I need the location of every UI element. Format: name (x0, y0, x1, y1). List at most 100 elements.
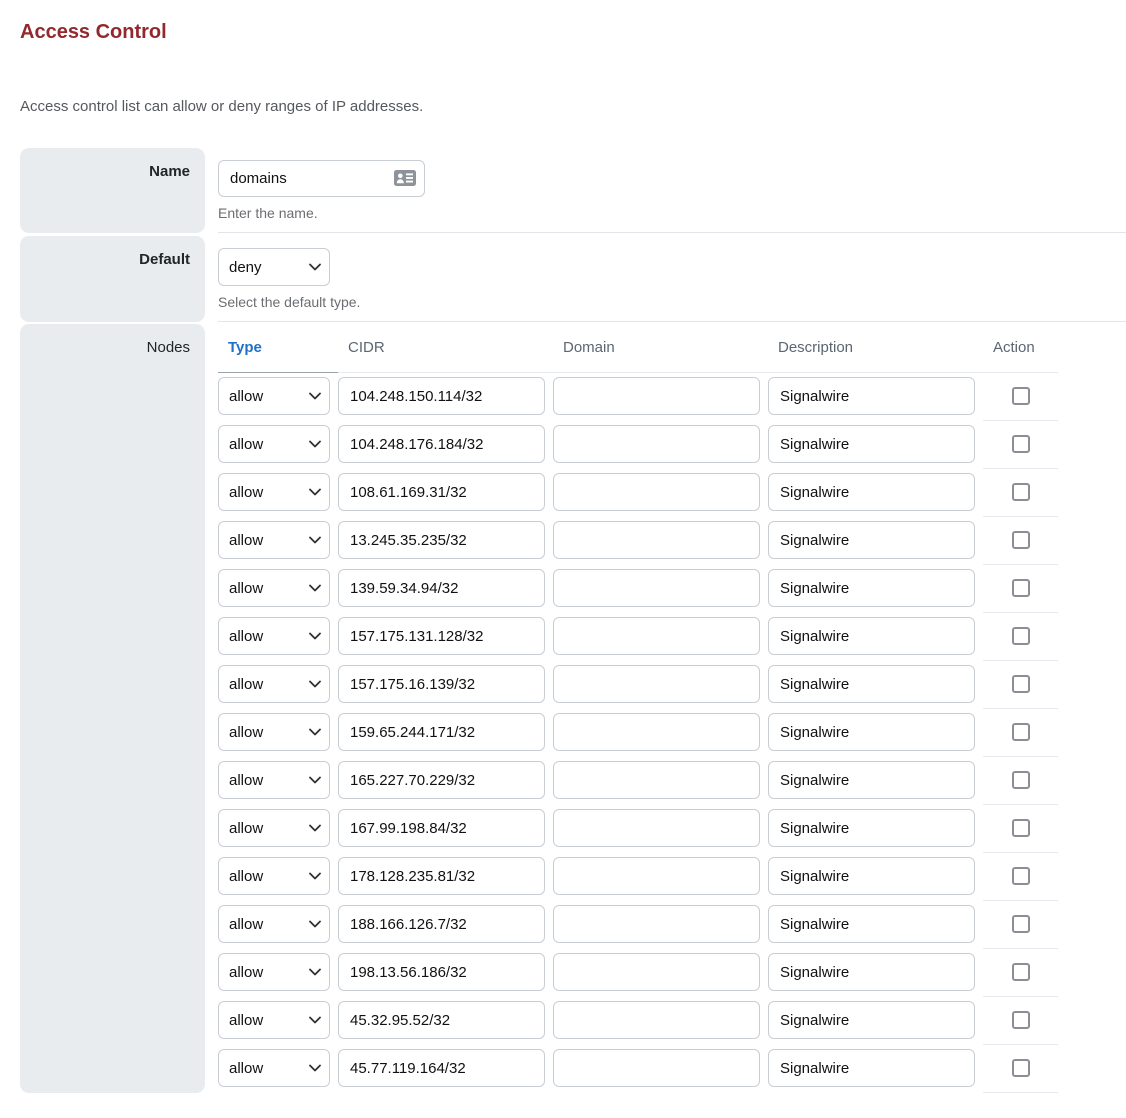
node-type-select[interactable]: allow (218, 473, 330, 511)
node-action-checkbox[interactable] (1012, 1011, 1030, 1029)
form-row-nodes: Nodes Type CIDR Domain Descrip (20, 324, 1126, 1093)
node-domain-cell (553, 996, 768, 1044)
node-cidr-input[interactable] (338, 665, 545, 703)
node-domain-input[interactable] (553, 617, 760, 655)
node-domain-cell (553, 612, 768, 660)
node-cidr-input[interactable] (338, 905, 545, 943)
node-action-checkbox[interactable] (1012, 387, 1030, 405)
node-domain-input[interactable] (553, 953, 760, 991)
node-domain-input[interactable] (553, 377, 760, 415)
node-action-checkbox[interactable] (1012, 483, 1030, 501)
node-domain-input[interactable] (553, 1001, 760, 1039)
node-action-checkbox[interactable] (1012, 627, 1030, 645)
node-type-select[interactable]: allow (218, 569, 330, 607)
node-domain-input[interactable] (553, 761, 760, 799)
type-sort-link[interactable]: Type (228, 339, 262, 356)
node-domain-input[interactable] (553, 665, 760, 703)
node-action-cell (983, 804, 1058, 852)
node-cidr-input[interactable] (338, 521, 545, 559)
node-description-input[interactable] (768, 761, 975, 799)
node-description-input[interactable] (768, 377, 975, 415)
node-action-cell (983, 372, 1058, 420)
node-action-checkbox[interactable] (1012, 819, 1030, 837)
node-description-cell (768, 372, 983, 420)
node-description-cell (768, 852, 983, 900)
node-description-input[interactable] (768, 857, 975, 895)
node-description-input[interactable] (768, 521, 975, 559)
node-action-cell (983, 756, 1058, 804)
node-description-input[interactable] (768, 1001, 975, 1039)
node-description-input[interactable] (768, 713, 975, 751)
node-domain-cell (553, 516, 768, 564)
access-control-page: Access Control Access control list can a… (0, 20, 1126, 1093)
node-domain-input[interactable] (553, 857, 760, 895)
node-type-select[interactable]: allow (218, 1001, 330, 1039)
node-action-checkbox[interactable] (1012, 723, 1030, 741)
node-cidr-cell (338, 804, 553, 852)
default-content: deny Select the default type. (218, 236, 1126, 322)
node-type-select[interactable]: allow (218, 905, 330, 943)
node-cidr-input[interactable] (338, 1001, 545, 1039)
node-domain-input[interactable] (553, 521, 760, 559)
node-type-cell: allow (218, 804, 338, 852)
node-domain-input[interactable] (553, 1049, 760, 1087)
node-action-checkbox[interactable] (1012, 579, 1030, 597)
nodes-content: Type CIDR Domain Description Action allo… (218, 324, 1126, 1093)
node-domain-input[interactable] (553, 809, 760, 847)
node-cidr-input[interactable] (338, 473, 545, 511)
node-cidr-input[interactable] (338, 857, 545, 895)
node-cidr-input[interactable] (338, 569, 545, 607)
node-domain-input[interactable] (553, 473, 760, 511)
node-description-input[interactable] (768, 473, 975, 511)
node-description-input[interactable] (768, 953, 975, 991)
node-type-select[interactable]: allow (218, 617, 330, 655)
node-cidr-input[interactable] (338, 1049, 545, 1087)
node-description-input[interactable] (768, 809, 975, 847)
node-type-select[interactable]: allow (218, 953, 330, 991)
node-cidr-input[interactable] (338, 617, 545, 655)
node-action-checkbox[interactable] (1012, 963, 1030, 981)
node-cidr-cell (338, 420, 553, 468)
node-domain-input[interactable] (553, 569, 760, 607)
node-action-checkbox[interactable] (1012, 1059, 1030, 1077)
node-type-select[interactable]: allow (218, 1049, 330, 1087)
node-type-select[interactable]: allow (218, 665, 330, 703)
node-type-select[interactable]: allow (218, 521, 330, 559)
node-cidr-cell (338, 996, 553, 1044)
node-description-input[interactable] (768, 905, 975, 943)
node-action-checkbox[interactable] (1012, 867, 1030, 885)
node-type-select[interactable]: allow (218, 713, 330, 751)
contact-card-icon[interactable] (394, 170, 416, 186)
node-type-cell: allow (218, 948, 338, 996)
node-action-cell (983, 708, 1058, 756)
node-description-input[interactable] (768, 1049, 975, 1087)
node-cidr-input[interactable] (338, 425, 545, 463)
node-cidr-input[interactable] (338, 809, 545, 847)
node-description-input[interactable] (768, 665, 975, 703)
node-cidr-input[interactable] (338, 761, 545, 799)
name-content: Enter the name. (218, 148, 1126, 233)
node-description-input[interactable] (768, 569, 975, 607)
node-description-input[interactable] (768, 617, 975, 655)
node-domain-input[interactable] (553, 425, 760, 463)
node-action-checkbox[interactable] (1012, 771, 1030, 789)
default-label: Default (139, 251, 190, 268)
node-type-select[interactable]: allow (218, 809, 330, 847)
node-action-checkbox[interactable] (1012, 915, 1030, 933)
node-domain-input[interactable] (553, 713, 760, 751)
node-type-select[interactable]: allow (218, 425, 330, 463)
node-cidr-input[interactable] (338, 377, 545, 415)
node-cidr-input[interactable] (338, 713, 545, 751)
node-domain-input[interactable] (553, 905, 760, 943)
node-action-checkbox[interactable] (1012, 675, 1030, 693)
node-cidr-input[interactable] (338, 953, 545, 991)
node-description-input[interactable] (768, 425, 975, 463)
node-action-cell (983, 420, 1058, 468)
node-type-select[interactable]: allow (218, 761, 330, 799)
node-type-select[interactable]: allow (218, 857, 330, 895)
default-type-select[interactable]: deny (218, 248, 330, 286)
node-domain-cell (553, 372, 768, 420)
node-action-checkbox[interactable] (1012, 531, 1030, 549)
node-action-checkbox[interactable] (1012, 435, 1030, 453)
node-type-select[interactable]: allow (218, 377, 330, 415)
